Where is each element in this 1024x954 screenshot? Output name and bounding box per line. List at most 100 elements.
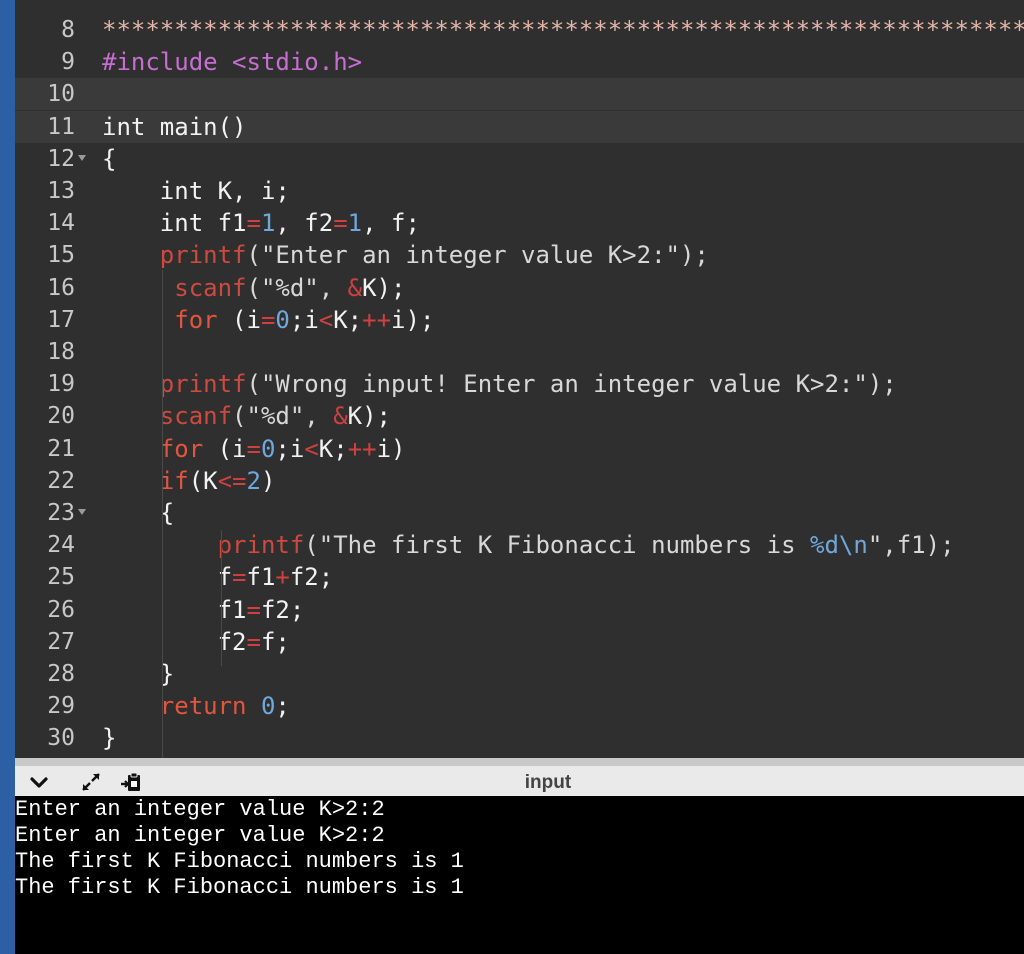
code-token: & xyxy=(333,402,348,431)
code-line[interactable]: 12 { xyxy=(15,143,1024,175)
code-line[interactable]: 25 f=f1+f2; xyxy=(15,561,1024,593)
code-text: ****************************************… xyxy=(102,14,1024,46)
code-line[interactable]: 10 xyxy=(15,78,1024,111)
code-text: } xyxy=(102,722,116,754)
left-edge-strip xyxy=(0,0,15,954)
code-token: int f1 xyxy=(102,209,247,238)
code-editor[interactable]: 8 ***************************************… xyxy=(15,0,1024,758)
code-line[interactable]: 29 return 0; xyxy=(15,690,1024,722)
output-console[interactable]: Enter an integer value K>2:2 Enter an int… xyxy=(15,796,1024,954)
code-token: = xyxy=(246,595,261,624)
line-number: 27 xyxy=(47,628,75,655)
code-token: f2 xyxy=(102,627,247,656)
code-token: = xyxy=(246,627,261,656)
code-line[interactable]: 14 int f1=1, f2=1, f; xyxy=(15,207,1024,239)
code-token: printf xyxy=(217,531,305,560)
code-line[interactable]: 26 f1=f2; xyxy=(15,594,1024,626)
code-line[interactable]: 16 scanf("%d", &K); xyxy=(15,272,1024,304)
code-token: int K, i; xyxy=(102,177,290,205)
code-line[interactable]: 9 #include <stdio.h> xyxy=(15,46,1024,78)
code-text: f=f1+f2; xyxy=(102,561,334,593)
line-number: 15 xyxy=(47,242,75,269)
code-line[interactable]: 27 f2=f; xyxy=(15,626,1024,658)
line-number: 9 xyxy=(61,49,75,76)
line-number: 18 xyxy=(47,339,75,365)
code-token: printf xyxy=(159,241,247,270)
code-line[interactable]: 28 } xyxy=(15,658,1024,690)
code-token: = xyxy=(333,209,348,238)
code-line[interactable]: 24 printf("The first K Fibonacci numbers… xyxy=(15,529,1024,561)
code-token: scanf xyxy=(159,402,233,431)
code-line[interactable]: 13 int K, i; xyxy=(15,175,1024,207)
code-token: = xyxy=(246,434,261,463)
code-token: ("%d", xyxy=(246,273,348,302)
code-token: , f2 xyxy=(275,209,334,238)
console-output-line: The first K Fibonacci numbers is 1 xyxy=(15,849,464,874)
code-line[interactable]: 23 { xyxy=(15,497,1024,529)
code-token: ) xyxy=(260,466,276,495)
code-line[interactable]: 20 scanf("%d", &K); xyxy=(15,400,1024,432)
line-number: 10 xyxy=(47,81,75,108)
fold-arrow-icon[interactable] xyxy=(78,509,86,515)
code-token: for xyxy=(159,434,204,463)
code-token: 0 xyxy=(260,434,276,463)
code-text: int f1=1, f2=1, f; xyxy=(102,207,420,239)
code-text: printf("The first K Fibonacci numbers is… xyxy=(102,529,955,561)
code-token: int main() xyxy=(102,112,247,141)
code-text: scanf("%d", &K); xyxy=(102,272,405,304)
code-token: (K xyxy=(188,466,218,495)
code-token: < xyxy=(318,305,334,334)
code-token: f2; xyxy=(260,595,305,624)
code-line[interactable]: 11 int main() xyxy=(15,110,1024,143)
code-token: } xyxy=(102,660,175,688)
code-text: #include <stdio.h> xyxy=(102,46,362,78)
code-token: < xyxy=(304,434,319,463)
code-token: K); xyxy=(362,273,406,302)
code-token: for xyxy=(174,305,218,334)
code-text: } xyxy=(102,658,174,690)
code-token: ;i xyxy=(275,434,305,463)
code-token: ****************************************… xyxy=(102,16,1024,44)
console-output-line: Enter an integer value K>2:2 xyxy=(15,797,385,822)
code-text: int K, i; xyxy=(102,175,290,207)
code-token: ;i xyxy=(289,305,319,334)
line-number: 24 xyxy=(47,532,75,559)
code-token: K; xyxy=(333,305,363,334)
fold-arrow-icon[interactable] xyxy=(78,154,86,161)
code-line[interactable]: 8 ***************************************… xyxy=(15,14,1024,46)
code-token: { xyxy=(102,144,117,173)
line-number: 12 xyxy=(47,145,75,172)
code-token: <stdio.h> xyxy=(232,48,363,77)
code-token: (i xyxy=(203,434,247,463)
code-line[interactable]: 18 xyxy=(15,336,1024,368)
line-number: 25 xyxy=(47,564,75,591)
code-token: 0 xyxy=(260,692,276,721)
line-number: 21 xyxy=(47,435,75,462)
code-line[interactable]: 15 printf("Enter an integer value K>2:")… xyxy=(15,239,1024,271)
indent-guide xyxy=(162,496,163,672)
code-line[interactable]: 21 for (i=0;i<K;++i) xyxy=(15,433,1024,465)
code-line[interactable]: 22 if(K<=2) xyxy=(15,465,1024,497)
code-token: = xyxy=(260,305,276,334)
code-token: K; xyxy=(318,434,348,463)
code-text: f2=f; xyxy=(102,626,290,658)
line-number: 30 xyxy=(47,725,75,752)
code-token: 0 xyxy=(275,305,290,334)
line-number: 22 xyxy=(47,467,75,494)
line-number: 26 xyxy=(47,596,75,623)
code-token: %d\n xyxy=(810,531,868,560)
code-token: scanf xyxy=(174,273,247,302)
code-line[interactable]: 19 printf("Wrong input! Enter an integer… xyxy=(15,368,1024,400)
code-text: { xyxy=(102,497,174,529)
code-line[interactable]: 17 for (i=0;i<K;++i); xyxy=(15,304,1024,336)
code-token: ++ xyxy=(362,305,392,334)
code-token: + xyxy=(275,563,290,592)
code-text: if(K<=2) xyxy=(102,465,276,497)
code-token: f xyxy=(102,563,233,592)
code-token: K); xyxy=(347,402,392,431)
code-line[interactable]: 30} xyxy=(15,722,1024,754)
